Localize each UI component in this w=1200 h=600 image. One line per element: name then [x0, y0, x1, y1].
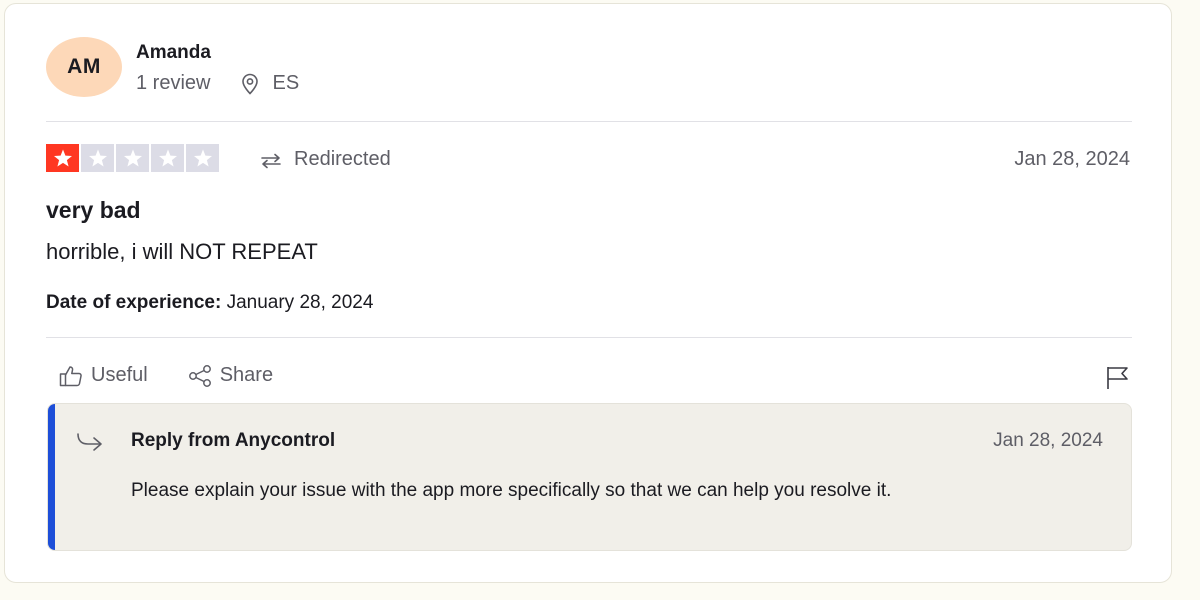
- redirected-label: Redirected: [294, 148, 391, 170]
- thumbs-up-icon: [59, 365, 82, 386]
- flag-icon[interactable]: [1105, 364, 1131, 390]
- review-card: AM Amanda 1 review ES Redirected Jan 28,…: [4, 3, 1172, 583]
- star-icon: [116, 144, 149, 172]
- reply-title: Reply from Anycontrol: [131, 430, 336, 451]
- reviewer-country: ES: [272, 72, 300, 94]
- experience-date: January 28, 2024: [226, 292, 374, 313]
- company-reply: Reply from Anycontrol Jan 28, 2024 Pleas…: [47, 403, 1132, 551]
- reviewer-name[interactable]: Amanda: [136, 42, 211, 64]
- reply-arrow-icon: [77, 433, 102, 451]
- experience-label: Date of experience:: [46, 292, 222, 313]
- useful-button[interactable]: Useful: [59, 364, 148, 387]
- review-count: 1 review: [136, 72, 211, 94]
- location-pin-icon: [240, 73, 260, 95]
- review-date: Jan 28, 2024: [1014, 148, 1130, 170]
- reply-body: Please explain your issue with the app m…: [131, 480, 892, 501]
- redirect-arrow-icon: [260, 152, 282, 168]
- review-actions: Useful Share: [59, 364, 273, 387]
- share-label: Share: [219, 364, 274, 386]
- share-button[interactable]: Share: [188, 364, 273, 387]
- review-title[interactable]: very bad: [46, 197, 141, 224]
- reviewer-meta: 1 review ES: [136, 72, 299, 95]
- star-icon: [186, 144, 219, 172]
- star-icon: [81, 144, 114, 172]
- useful-label: Useful: [91, 364, 148, 386]
- divider: [46, 337, 1132, 338]
- star-rating: [46, 144, 219, 172]
- review-body: horrible, i will NOT REPEAT: [46, 239, 318, 264]
- redirected-indicator: Redirected: [260, 148, 391, 171]
- share-icon: [188, 364, 211, 387]
- star-icon: [46, 144, 79, 172]
- avatar[interactable]: AM: [46, 37, 122, 97]
- reply-date: Jan 28, 2024: [993, 430, 1103, 451]
- date-of-experience: Date of experience: January 28, 2024: [46, 292, 373, 314]
- star-icon: [151, 144, 184, 172]
- reply-accent-bar: [48, 404, 55, 550]
- divider: [46, 121, 1132, 122]
